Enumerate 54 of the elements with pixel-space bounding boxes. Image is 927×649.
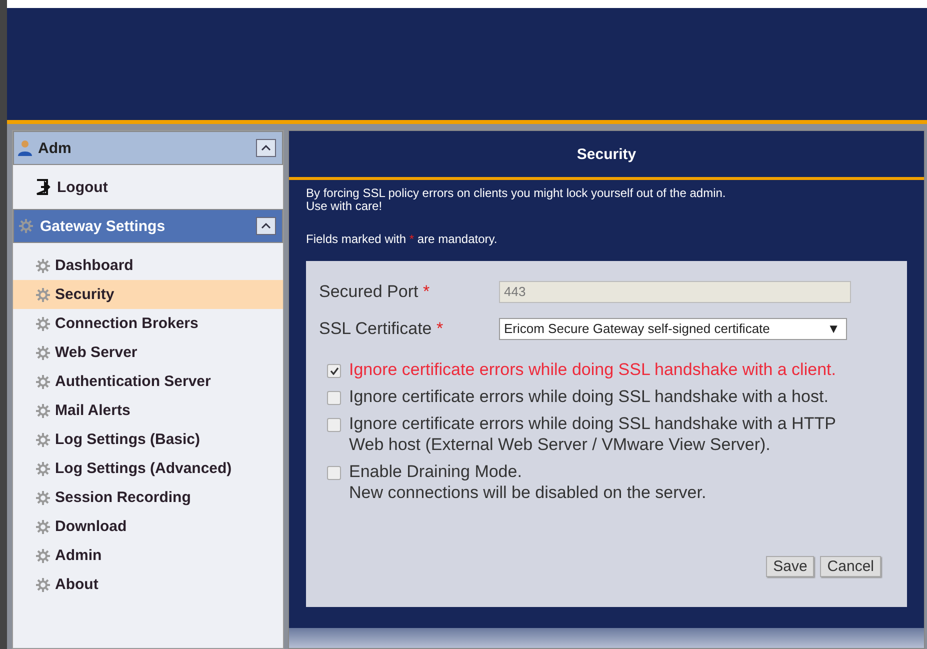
sidebar-item[interactable]: Dashboard	[13, 251, 283, 280]
sidebar-item[interactable]: Log Settings (Basic)	[13, 425, 283, 454]
logout-icon	[35, 179, 53, 195]
collapse-button[interactable]	[256, 139, 276, 157]
field-label: Secured Port *	[319, 282, 431, 302]
sidebar-item[interactable]: Connection Brokers	[13, 309, 283, 338]
gear-icon	[35, 286, 51, 302]
mandatory-note: Fields marked with * are mandatory.	[306, 233, 498, 246]
collapse-button[interactable]	[256, 217, 276, 235]
user-icon	[18, 140, 32, 156]
checkbox[interactable]	[327, 418, 341, 432]
save-button[interactable]: Save	[766, 556, 814, 577]
sidebar-item[interactable]: Admin	[13, 541, 283, 570]
gear-icon	[35, 258, 51, 274]
page-title: Security	[289, 131, 924, 180]
gear-icon	[18, 218, 34, 234]
sidebar-item[interactable]: Download	[13, 512, 283, 541]
warning-text: By forcing SSL policy errors on clients you might lock yourself out of the admin.	[306, 187, 727, 200]
gear-icon	[35, 548, 51, 564]
gear-icon	[35, 518, 51, 534]
sidebar-item[interactable]: Mail Alerts	[13, 396, 283, 425]
checkbox[interactable]	[327, 391, 341, 405]
sidebar-item[interactable]: Web Server	[13, 338, 283, 367]
gear-icon	[35, 374, 51, 390]
sidebar-item[interactable]: Security	[13, 280, 283, 309]
sidebar-item[interactable]: Session Recording	[13, 483, 283, 512]
warning-text: Use with care!	[306, 200, 384, 213]
gear-icon	[35, 460, 51, 476]
sidebar-item[interactable]: Authentication Server	[13, 367, 283, 396]
checkbox[interactable]	[327, 364, 341, 378]
user-name: Adm	[38, 140, 72, 156]
gear-icon	[35, 432, 51, 448]
gear-icon	[35, 402, 51, 418]
option-label: Ignore certificate errors while doing SSL handshake with a host.	[349, 386, 830, 407]
caret-icon	[261, 223, 271, 229]
gear-icon	[35, 490, 51, 506]
option-label: Ignore certificate errors while doing SSL handshake with a HTTP Web host (External Web Server / VMware View Server).	[349, 413, 837, 455]
gear-icon	[35, 576, 51, 592]
option-label: Ignore certificate errors while doing SSL handshake with a client.	[349, 359, 837, 380]
port-field[interactable]: 443	[499, 280, 851, 302]
sidebar-item[interactable]: Log Settings (Advanced)	[13, 454, 283, 483]
sidebar-item[interactable]: About	[13, 570, 283, 599]
panel-title: Gateway Settings	[40, 218, 166, 234]
field-label: SSL Certificate *	[319, 318, 444, 338]
user-panel-header[interactable]: Adm	[13, 131, 283, 165]
caret-icon	[261, 145, 271, 151]
checkbox[interactable]	[327, 466, 341, 480]
logout-link[interactable]: Logout	[13, 165, 283, 209]
option-label: Enable Draining Mode. New connections will be disabled on the server.	[349, 461, 708, 503]
settings-panel-header[interactable]: Gateway Settings	[13, 209, 283, 243]
cancel-button[interactable]: Cancel	[820, 556, 881, 577]
gear-icon	[35, 344, 51, 360]
certificate-dropdown[interactable]: Ericom Secure Gateway self-signed certificate ▼	[499, 318, 847, 340]
gear-icon	[35, 316, 51, 332]
